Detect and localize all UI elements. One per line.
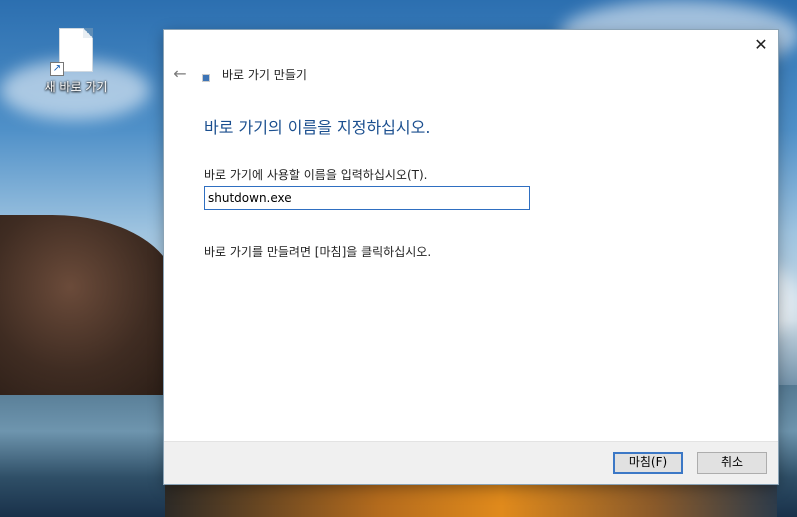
rock <box>0 215 175 395</box>
finish-button[interactable]: 마침(F) <box>613 452 683 474</box>
file-icon <box>59 28 93 72</box>
shortcut-name-input[interactable] <box>204 186 530 210</box>
back-arrow-icon[interactable]: ← <box>170 64 190 84</box>
desktop-shortcut-new[interactable]: ↗ 새 바로 가기 <box>38 28 114 95</box>
finish-hint-text: 바로 가기를 만들려면 [마침]을 클릭하십시오. <box>204 245 432 259</box>
dialog-footer: 마침(F) 취소 <box>164 441 778 484</box>
dialog-title: 바로 가기 만들기 <box>222 68 307 82</box>
shortcut-arrow-icon: ↗ <box>50 62 64 76</box>
name-field-label: 바로 가기에 사용할 이름을 입력하십시오(T). <box>204 168 428 182</box>
close-icon[interactable]: ✕ <box>750 34 772 56</box>
create-shortcut-dialog: ✕ ← 바로 가기 만들기 바로 가기의 이름을 지정하십시오. 바로 가기에 … <box>164 30 778 484</box>
shortcut-title-icon <box>202 74 210 82</box>
desktop-icon-label: 새 바로 가기 <box>44 80 108 94</box>
page-heading: 바로 가기의 이름을 지정하십시오. <box>204 118 431 137</box>
cancel-button[interactable]: 취소 <box>697 452 767 474</box>
